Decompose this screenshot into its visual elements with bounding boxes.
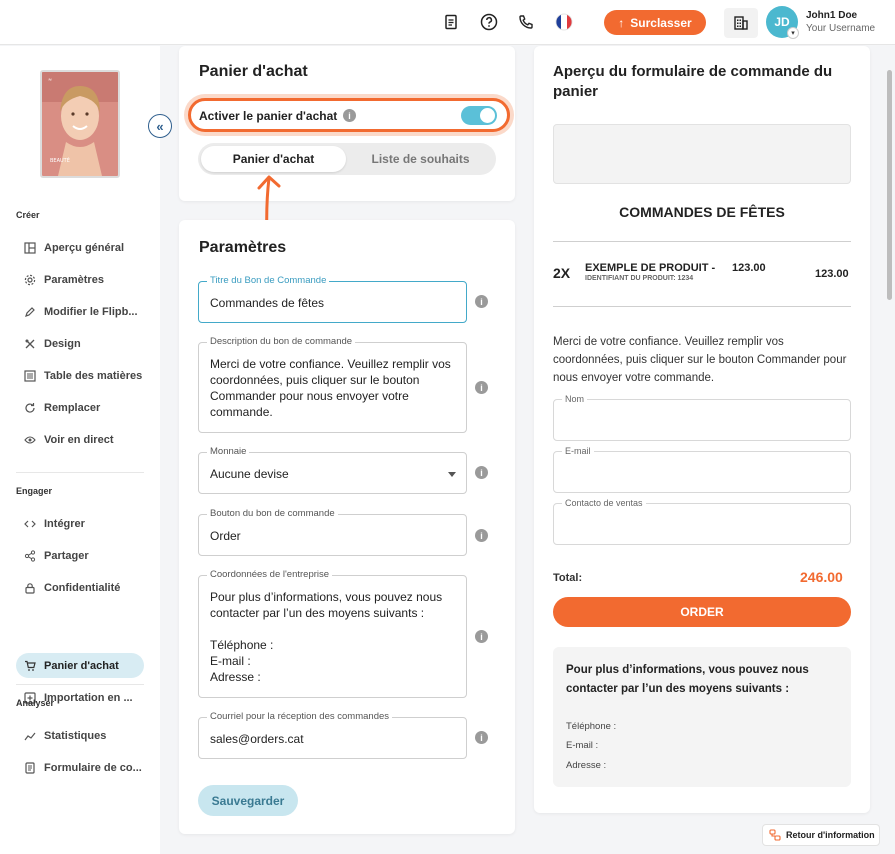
share-icon <box>24 549 36 562</box>
form-icon <box>25 761 35 774</box>
sidebar-item-settings[interactable]: Paramètres <box>16 267 144 292</box>
sidebar-item-embed[interactable]: Intégrer <box>16 511 144 536</box>
flipbook-cover-thumbnail[interactable]: ≈ BEAUTÉ <box>40 70 120 178</box>
preview-email-field[interactable]: E-mail <box>553 446 851 493</box>
refresh-icon <box>25 402 35 413</box>
preview-name-field[interactable]: Nom <box>553 394 851 441</box>
cart-icon <box>25 660 36 671</box>
cart-mode-tabs: Panier d'achat Liste de souhaits <box>198 143 496 175</box>
info-icon[interactable]: i <box>475 630 488 643</box>
tab-shopping-cart[interactable]: Panier d'achat <box>201 146 346 172</box>
sidebar-item-edit-flipbook[interactable]: Modifier le Flipb... <box>16 299 144 324</box>
order-button[interactable]: ORDER <box>553 597 851 627</box>
save-button[interactable]: Sauvegarder <box>198 785 298 816</box>
preview-sales-contact-field[interactable]: Contacto de ventas <box>553 498 851 545</box>
sidebar-item-privacy[interactable]: Confidentialité <box>16 575 144 600</box>
sidebar: ≈ BEAUTÉ « Créer Aperçu général Paramètr… <box>0 46 172 854</box>
eye-icon <box>24 435 36 444</box>
product-line-total: 123.00 <box>815 268 849 280</box>
order-description-field[interactable]: Description du bon de commande Merci de … <box>198 336 467 433</box>
contact-address: Adresse : <box>566 760 607 771</box>
preview-divider <box>553 306 851 307</box>
sidebar-item-order-form[interactable]: Formulaire de co... <box>16 755 144 780</box>
list-icon <box>24 369 36 382</box>
sidebar-item-overview[interactable]: Aperçu général <box>16 235 144 260</box>
chevron-down-icon[interactable]: ▾ <box>787 27 799 39</box>
preview-heading: COMMANDES DE FÊTES <box>619 204 785 220</box>
feedback-button[interactable]: Retour d'information <box>762 824 880 846</box>
contact-email: E-mail : <box>566 740 599 751</box>
section-title-create: Créer <box>16 210 40 220</box>
tab-wishlist[interactable]: Liste de souhaits <box>348 146 493 172</box>
layout-icon <box>24 241 36 254</box>
enable-cart-toggle-row[interactable]: Activer le panier d'achat i <box>188 98 510 132</box>
lock-icon <box>25 582 35 594</box>
user-name: John1 Doe <box>806 10 858 21</box>
arrow-up-icon: ↑ <box>618 15 625 30</box>
info-icon[interactable]: i <box>475 295 488 308</box>
sidebar-item-replace[interactable]: Remplacer <box>16 395 144 420</box>
cover-brand-text: BEAUTÉ <box>50 156 70 164</box>
building-icon <box>734 16 748 30</box>
preview-description: Merci de votre confiance. Veuillez rempl… <box>553 336 847 384</box>
double-chevron-left-icon: « <box>156 118 164 134</box>
sidebar-item-view-live[interactable]: Voir en direct <box>16 427 144 452</box>
sidebar-item-table-of-contents[interactable]: Table des matières <box>16 363 144 388</box>
user-username: Your Username <box>806 23 876 34</box>
contact-phone: Téléphone : <box>566 721 617 732</box>
product-id: IDENTIFIANT DU PRODUIT: 1234 <box>585 275 694 282</box>
product-quantity: 2X <box>553 265 571 281</box>
help-icon[interactable] <box>479 12 499 32</box>
info-icon[interactable]: i <box>475 381 488 394</box>
sidebar-item-shopping-cart[interactable]: Panier d'achat <box>16 653 144 678</box>
info-icon[interactable]: i <box>343 109 356 122</box>
page-scrollbar[interactable] <box>887 70 892 300</box>
document-icon[interactable] <box>441 12 461 32</box>
organization-button[interactable] <box>724 8 758 38</box>
total-label: Total: <box>553 572 583 584</box>
product-name: EXEMPLE DE PRODUIT - <box>585 262 716 274</box>
sidebar-divider <box>16 684 144 685</box>
product-unit-price: 123.00 <box>732 262 766 274</box>
sidebar-item-design[interactable]: Design <box>16 331 144 356</box>
upgrade-button[interactable]: ↑ Surclasser <box>604 10 706 35</box>
sidebar-item-statistics[interactable]: Statistiques <box>16 723 144 748</box>
cover-logo-mark: ≈ <box>48 77 52 83</box>
cart-card-title: Panier d'achat <box>199 63 308 80</box>
phone-icon[interactable] <box>516 12 536 32</box>
info-icon[interactable]: i <box>475 731 488 744</box>
top-bar: ↑ Surclasser JD ▾ John1 Doe Your Usernam… <box>0 0 895 45</box>
chevron-down-icon <box>448 472 456 477</box>
preview-image-placeholder <box>553 124 851 184</box>
collapse-sidebar-button[interactable]: « <box>148 114 172 138</box>
code-icon <box>24 520 36 527</box>
sidebar-item-share[interactable]: Partager <box>16 543 144 568</box>
sidebar-divider <box>16 472 144 473</box>
enable-cart-label: Activer le panier d'achat <box>199 109 338 123</box>
design-icon <box>25 339 35 348</box>
currency-select[interactable]: Monnaie Aucune devise <box>198 446 467 494</box>
section-title-engage: Engager <box>16 486 53 496</box>
chart-icon <box>24 732 36 740</box>
order-button-field[interactable]: Bouton du bon de commande Order <box>198 508 467 556</box>
switch-knob <box>480 108 495 123</box>
pencil-icon <box>25 306 35 317</box>
enable-cart-switch[interactable] <box>461 106 497 125</box>
preview-divider <box>553 241 851 242</box>
language-flag-icon[interactable] <box>554 12 574 32</box>
company-details-field[interactable]: Coordonnées de l'entreprise Pour plus d’… <box>198 569 467 698</box>
order-title-field[interactable]: Titre du Bon de Commande Commandes de fê… <box>198 275 467 323</box>
settings-title: Paramètres <box>199 239 287 256</box>
info-icon[interactable]: i <box>475 466 488 479</box>
order-email-field[interactable]: Courriel pour la réception des commandes… <box>198 711 467 759</box>
gear-icon <box>24 274 36 285</box>
section-title-analyze: Analyser <box>16 698 55 708</box>
total-value: 246.00 <box>800 569 843 585</box>
info-icon[interactable]: i <box>475 529 488 542</box>
preview-title: Aperçu du formulaire de commande du pani… <box>553 63 833 100</box>
feedback-icon <box>769 829 781 841</box>
contact-heading: Pour plus d’informations, vous pouvez no… <box>566 664 809 695</box>
preview-contact-box: Pour plus d’informations, vous pouvez no… <box>553 647 851 787</box>
